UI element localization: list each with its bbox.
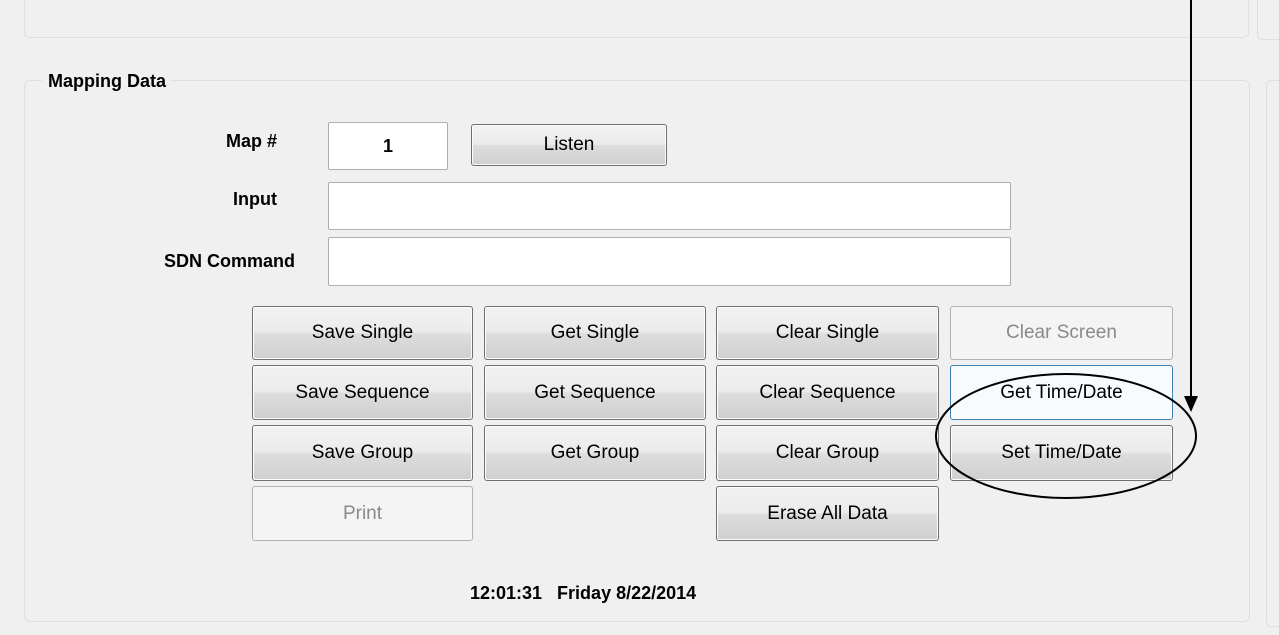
clear-single-label: Clear Single: [775, 322, 880, 343]
get-time-date-button[interactable]: Get Time/Date: [950, 365, 1173, 420]
set-time-date-button[interactable]: Set Time/Date: [950, 425, 1173, 481]
clear-sequence-button[interactable]: Clear Sequence: [716, 365, 939, 420]
erase-all-data-label: Erase All Data: [767, 502, 888, 524]
listen-button[interactable]: Listen: [471, 124, 667, 166]
clear-screen-button[interactable]: Clear Screen: [950, 306, 1173, 360]
map-number-field[interactable]: 1: [328, 122, 448, 170]
group-title: Mapping Data: [42, 68, 171, 94]
get-sequence-label: Get Sequence: [534, 381, 656, 403]
top-group-box: [24, 0, 1249, 38]
get-group-button[interactable]: Get Group: [484, 425, 706, 481]
print-button[interactable]: Print: [252, 486, 473, 541]
save-single-label: Save Single: [311, 322, 414, 343]
sdn-command-field[interactable]: [328, 237, 1011, 286]
get-group-label: Get Group: [550, 442, 640, 463]
save-group-button[interactable]: Save Group: [252, 425, 473, 481]
right-side-panel: [1266, 80, 1279, 627]
get-sequence-button[interactable]: Get Sequence: [484, 365, 706, 420]
get-single-button[interactable]: Get Single: [484, 306, 706, 360]
input-label: Input: [233, 189, 277, 209]
map-number-label: Map #: [225, 131, 277, 151]
set-time-date-label: Set Time/Date: [1001, 442, 1122, 463]
save-single-button[interactable]: Save Single: [252, 306, 473, 360]
save-sequence-label: Save Sequence: [295, 381, 430, 403]
print-label: Print: [342, 502, 383, 524]
save-group-label: Save Group: [311, 442, 414, 463]
erase-all-data-button[interactable]: Erase All Data: [716, 486, 939, 541]
save-sequence-button[interactable]: Save Sequence: [252, 365, 473, 420]
listen-button-label: Listen: [543, 134, 595, 155]
clear-group-button[interactable]: Clear Group: [716, 425, 939, 481]
clear-screen-label: Clear Screen: [1006, 322, 1117, 343]
clear-single-button[interactable]: Clear Single: [716, 306, 939, 360]
app-window: Mapping Data Map # 1 Listen Input SDN Co…: [0, 0, 1279, 635]
get-single-label: Get Single: [550, 322, 640, 343]
top-right-panel: [1257, 0, 1279, 40]
clear-sequence-label: Clear Sequence: [759, 381, 896, 403]
get-time-date-label: Get Time/Date: [1000, 381, 1123, 403]
clear-group-label: Clear Group: [775, 442, 880, 463]
sdn-command-label: SDN Command: [163, 251, 295, 271]
input-field[interactable]: [328, 182, 1011, 230]
time-date-status: 12:01:31 Friday 8/22/2014: [470, 583, 697, 603]
